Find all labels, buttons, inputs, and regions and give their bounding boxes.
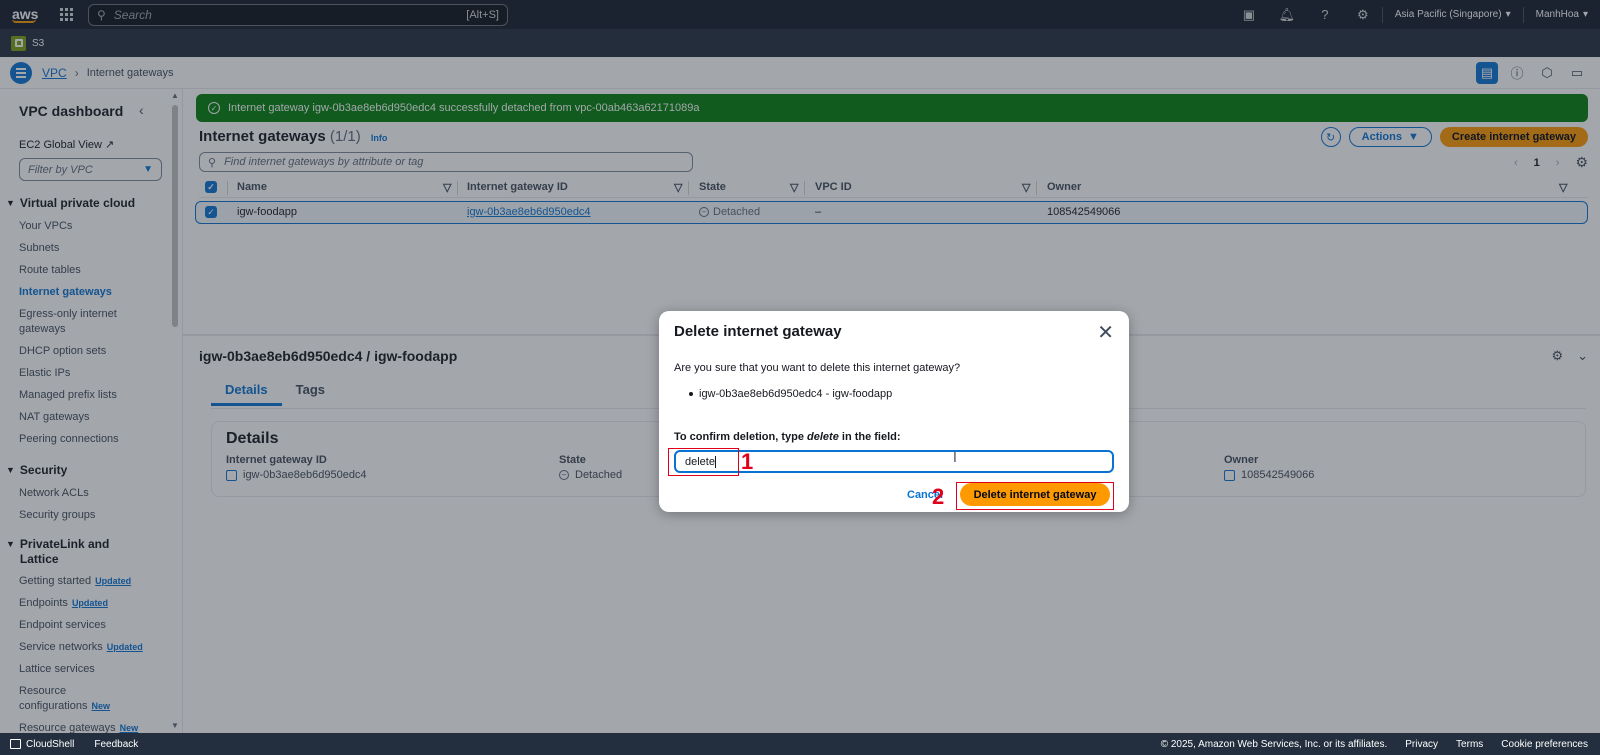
annotation-box-step-1: [668, 448, 739, 476]
confirm-instruction: To confirm deletion, type delete in the …: [674, 431, 901, 443]
list-item: igw-0b3ae8eb6d950edc4 - igw-foodapp: [689, 388, 892, 400]
confirm-word: delete: [807, 431, 839, 443]
cloudshell-icon: [10, 739, 21, 749]
feedback-link[interactable]: Feedback: [94, 739, 138, 750]
annotation-number-step-2: 2: [932, 484, 945, 509]
copyright-text: © 2025, Amazon Web Services, Inc. or its…: [1160, 738, 1388, 750]
annotation-number-step-1: 1: [741, 449, 754, 474]
dialog-question: Are you sure that you want to delete thi…: [674, 362, 961, 374]
confirm-suffix: in the field:: [838, 431, 901, 443]
dialog-title: Delete internet gateway: [674, 323, 842, 340]
close-icon[interactable]: ✕: [1097, 320, 1114, 345]
gateway-to-delete: igw-0b3ae8eb6d950edc4 - igw-foodapp: [699, 388, 893, 400]
annotation-box-step-2: [956, 482, 1114, 510]
terms-link[interactable]: Terms: [1456, 739, 1483, 750]
cookie-preferences-link[interactable]: Cookie preferences: [1501, 739, 1588, 750]
privacy-link[interactable]: Privacy: [1405, 739, 1438, 750]
text-cursor-icon: I: [953, 451, 957, 466]
cloudshell-label: CloudShell: [26, 738, 75, 750]
footer: CloudShell Feedback © 2025, Amazon Web S…: [0, 733, 1600, 755]
cloudshell-button[interactable]: CloudShell: [10, 739, 74, 750]
confirm-deletion-input[interactable]: delete: [674, 450, 1114, 473]
confirm-prefix: To confirm deletion, type: [674, 431, 808, 443]
